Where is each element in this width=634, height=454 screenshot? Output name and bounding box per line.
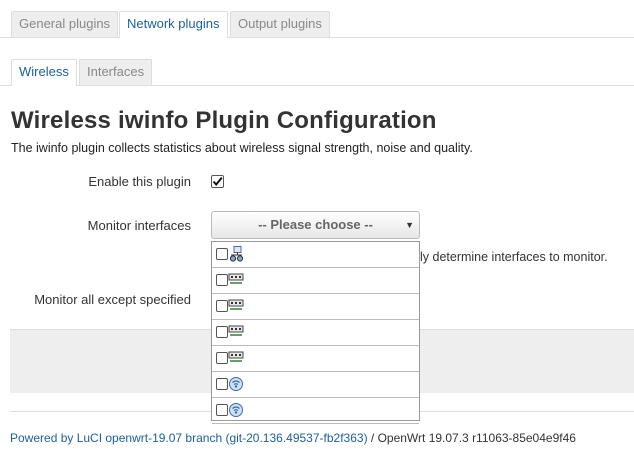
wifi-icon [229, 377, 243, 391]
bridge-icon [229, 246, 244, 262]
monitor-interfaces-select[interactable]: -- Please choose -- ▼ [211, 211, 420, 239]
footer: Powered by LuCI openwrt-19.07 branch (gi… [10, 431, 576, 445]
dropdown-item[interactable] [212, 346, 419, 372]
monitor-interfaces-label: Monitor interfaces [87, 218, 191, 233]
page-description: The iwinfo plugin collects statistics ab… [11, 141, 473, 155]
dropdown-item[interactable] [212, 372, 419, 398]
checkmark-icon [212, 177, 223, 186]
page-title: Wireless iwinfo Plugin Configuration [11, 107, 437, 134]
enable-plugin-checkbox[interactable] [211, 175, 224, 188]
dropdown-item[interactable] [212, 242, 419, 268]
main-tabs-divider [0, 37, 634, 38]
ethernet-icon [228, 299, 244, 310]
dropdown-item[interactable] [212, 398, 419, 424]
monitor-except-label: Monitor all except specified [34, 292, 191, 307]
tab-wireless[interactable]: Wireless [11, 59, 77, 86]
ethernet-icon [228, 273, 244, 284]
interfaces-dropdown-list [211, 241, 420, 424]
ethernet-icon [228, 351, 244, 362]
tab-interfaces[interactable]: Interfaces [79, 59, 153, 85]
monitor-help-text: ly determine interfaces to monitor. [420, 250, 608, 264]
tab-output-plugins[interactable]: Output plugins [230, 11, 330, 37]
tab-network-plugins[interactable]: Network plugins [119, 11, 228, 38]
enable-plugin-label: Enable this plugin [88, 174, 191, 189]
select-placeholder: -- Please choose -- [258, 217, 373, 232]
tab-general-plugins[interactable]: General plugins [11, 11, 119, 37]
dropdown-item[interactable] [212, 320, 419, 346]
sub-tabs-divider [0, 85, 634, 86]
dropdown-item[interactable] [212, 294, 419, 320]
dropdown-arrow-icon: ▼ [405, 220, 414, 230]
ethernet-icon [228, 325, 244, 336]
openwrt-version: / OpenWrt 19.07.3 r11063-85e04e9f46 [367, 431, 576, 445]
wifi-icon [229, 403, 243, 417]
dropdown-item[interactable] [212, 268, 419, 294]
luci-link[interactable]: Powered by LuCI openwrt-19.07 branch (gi… [10, 431, 368, 445]
